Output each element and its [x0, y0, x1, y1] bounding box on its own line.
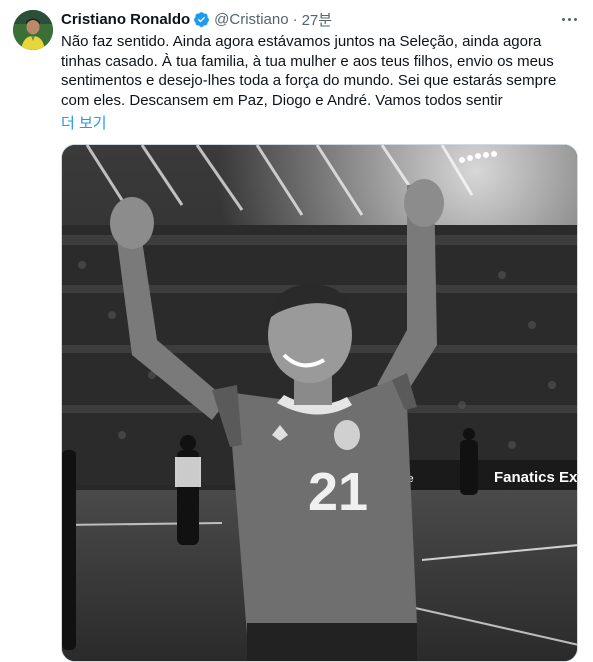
ad-board-text: Fanatics Ex	[494, 469, 578, 486]
tweet-header: Cristiano Ronaldo @Cristiano · 27분	[61, 9, 332, 29]
tweet-text: Não faz sentido. Ainda agora estávamos j…	[61, 32, 571, 110]
tweet-text-line: tinhas casado. À tua familia, à tua mulh…	[61, 52, 554, 70]
tweet-text-line: sentimentos e desejo-lhes toda a força d…	[61, 72, 557, 89]
author-avatar[interactable]	[13, 10, 53, 50]
header-separator: ·	[292, 10, 298, 28]
tweet-timestamp[interactable]: 27분	[302, 9, 333, 30]
tweet-photo[interactable]: Fanatics Ex ce	[61, 144, 578, 662]
verified-badge-icon	[193, 11, 210, 28]
tweet-text-line: com eles. Descansem em Paz, Diogo e Andr…	[61, 91, 503, 109]
show-more-link[interactable]: 더 보기	[61, 112, 107, 133]
author-handle[interactable]: @Cristiano	[214, 11, 288, 28]
more-dots-icon[interactable]	[558, 10, 580, 28]
author-name[interactable]: Cristiano Ronaldo	[61, 11, 190, 28]
tweet-card[interactable]: Cristiano Ronaldo @Cristiano · 27분 Não f…	[0, 0, 593, 662]
jersey-number: 21	[308, 462, 368, 522]
tweet-text-line: Não faz sentido. Ainda agora estávamos j…	[61, 33, 542, 50]
